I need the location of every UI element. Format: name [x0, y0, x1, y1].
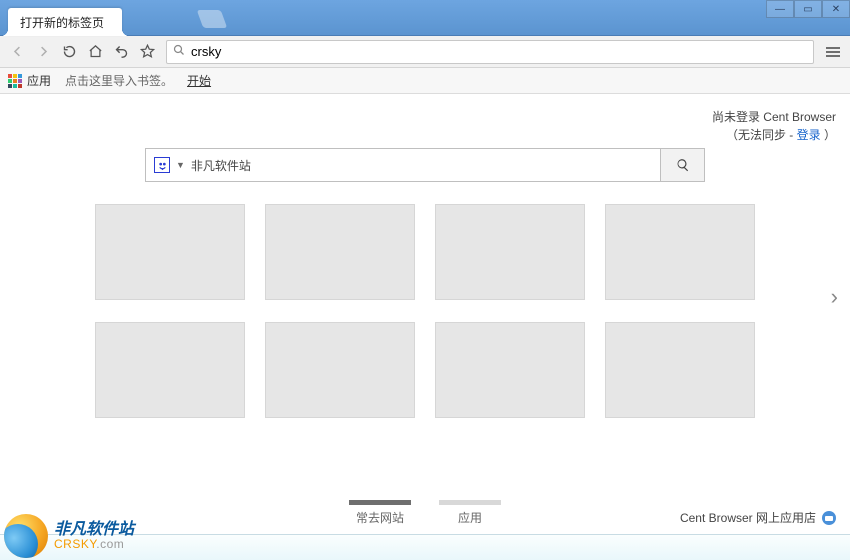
window-maximize-button[interactable]: ▭	[794, 0, 822, 18]
login-status-line1: 尚未登录 Cent Browser	[712, 108, 836, 126]
tab-frequent-sites[interactable]: 常去网站	[349, 500, 411, 526]
search-provider-icon[interactable]	[154, 157, 170, 173]
login-status-line2-post: ）	[821, 128, 836, 142]
speed-dial-tile[interactable]	[95, 322, 245, 418]
apps-shortcut[interactable]: 应用	[8, 72, 51, 89]
window-titlebar: — ▭ ✕ 打开新的标签页	[0, 0, 850, 36]
tab-label: 应用	[439, 509, 501, 526]
search-provider-label: 非凡软件站	[191, 157, 251, 174]
hamburger-menu-button[interactable]	[822, 41, 844, 63]
tab-label: 常去网站	[349, 509, 411, 526]
speed-dial-grid	[95, 204, 755, 418]
watermark-line2b: .com	[96, 537, 124, 551]
store-icon	[822, 511, 836, 525]
new-tab-button[interactable]	[197, 10, 228, 28]
ntp-section-tabs: 常去网站 应用	[349, 500, 501, 526]
speed-dial-tile[interactable]	[435, 322, 585, 418]
bookmark-star-button[interactable]	[136, 41, 158, 63]
start-link[interactable]: 开始	[187, 72, 211, 89]
login-link[interactable]: 登录	[797, 128, 821, 142]
speed-dial-tile[interactable]	[605, 322, 755, 418]
watermark-line2a: CRSKY	[54, 537, 96, 551]
apps-grid-icon	[8, 74, 22, 88]
speed-dial-tile[interactable]	[265, 204, 415, 300]
import-bookmarks-hint: 点击这里导入书签。	[65, 72, 173, 89]
site-watermark: 非凡软件站 CRSKY.com	[4, 514, 134, 558]
address-bar[interactable]	[166, 40, 814, 64]
speed-dial-tile[interactable]	[95, 204, 245, 300]
forward-button[interactable]	[32, 41, 54, 63]
navigation-toolbar	[0, 36, 850, 68]
store-label: Cent Browser 网上应用店	[680, 509, 816, 526]
watermark-logo-icon	[4, 514, 48, 558]
web-store-link[interactable]: Cent Browser 网上应用店	[680, 509, 836, 526]
omnibox-input[interactable]	[191, 44, 807, 59]
login-status-line2-pre: （无法同步 -	[726, 128, 797, 142]
tab-title: 打开新的标签页	[20, 14, 104, 31]
next-page-chevron[interactable]: ›	[831, 284, 838, 310]
window-close-button[interactable]: ✕	[822, 0, 850, 18]
speed-dial-tile[interactable]	[605, 204, 755, 300]
watermark-line1: 非凡软件站	[54, 521, 134, 539]
speed-dial-tile[interactable]	[265, 322, 415, 418]
search-submit-button[interactable]	[661, 148, 705, 182]
apps-label: 应用	[27, 72, 51, 89]
login-status: 尚未登录 Cent Browser （无法同步 - 登录 ）	[712, 108, 836, 144]
new-tab-page: 尚未登录 Cent Browser （无法同步 - 登录 ） ▼ 非凡软件站 ›	[0, 94, 850, 534]
chevron-down-icon[interactable]: ▼	[176, 160, 185, 170]
ntp-search-box: ▼ 非凡软件站	[145, 148, 705, 182]
bookmark-bar: 应用 点击这里导入书签。 开始	[0, 68, 850, 94]
search-input-wrap[interactable]: ▼ 非凡软件站	[145, 148, 661, 182]
back-button[interactable]	[6, 41, 28, 63]
window-minimize-button[interactable]: —	[766, 0, 794, 18]
home-button[interactable]	[84, 41, 106, 63]
reload-button[interactable]	[58, 41, 80, 63]
undo-close-button[interactable]	[110, 41, 132, 63]
search-icon	[173, 44, 185, 59]
speed-dial-tile[interactable]	[435, 204, 585, 300]
tab-apps[interactable]: 应用	[439, 500, 501, 526]
browser-tab[interactable]: 打开新的标签页	[8, 8, 122, 36]
